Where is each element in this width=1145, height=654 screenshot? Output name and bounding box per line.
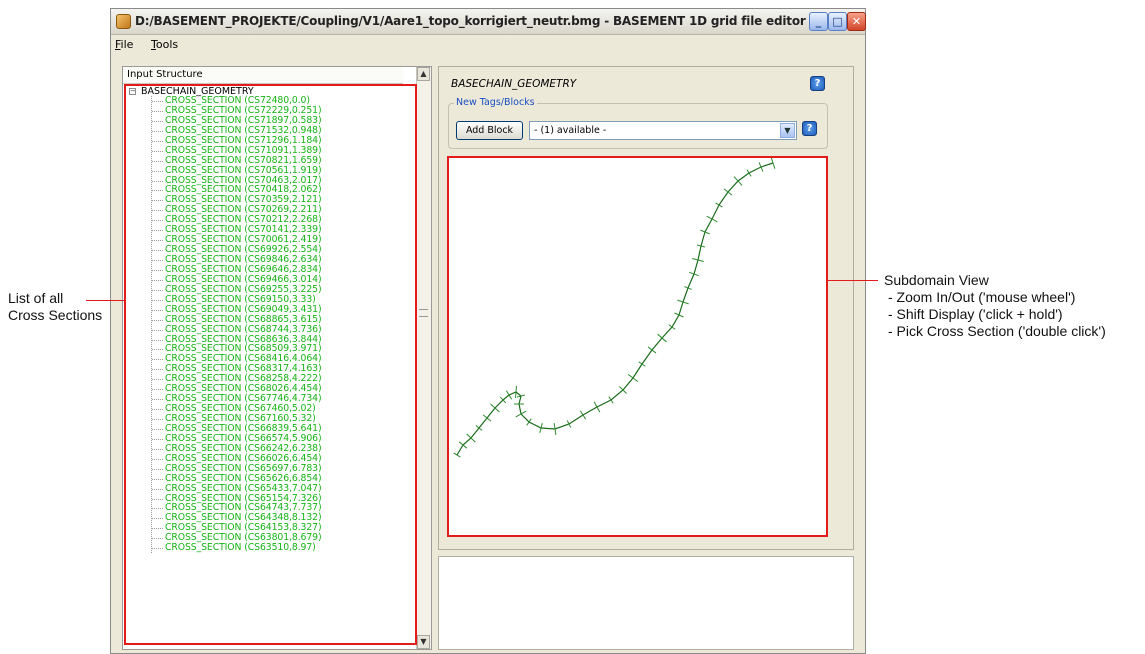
new-tags-label: New Tags/Blocks bbox=[454, 97, 537, 108]
menu-file-label: ile bbox=[120, 38, 134, 51]
river-centerline[interactable] bbox=[456, 162, 774, 456]
tree-header: Input Structure bbox=[123, 67, 403, 84]
tree-annotation-line: List of all bbox=[8, 290, 64, 306]
close-button[interactable]: ✕ bbox=[847, 12, 866, 31]
cross-section-tick[interactable] bbox=[579, 410, 587, 420]
cross-section-tick[interactable] bbox=[647, 346, 657, 354]
title-bar[interactable]: D:/BASEMENT_PROJEKTE/Coupling/V1/Aare1_t… bbox=[111, 9, 866, 35]
help-icon[interactable]: ? bbox=[810, 76, 825, 91]
add-block-button[interactable]: Add Block bbox=[456, 121, 523, 140]
menu-tools[interactable]: Tools bbox=[151, 38, 178, 51]
view-callout-line bbox=[828, 280, 878, 281]
menu-tools-label: ools bbox=[155, 38, 179, 51]
available-blocks-value: - (1) available - bbox=[534, 125, 607, 136]
cross-section-tick[interactable] bbox=[593, 401, 601, 413]
cross-section-tick[interactable] bbox=[715, 202, 723, 208]
view-annotation-line: - Pick Cross Section ('double click') bbox=[888, 323, 1106, 339]
scroll-up-icon[interactable]: ▲ bbox=[417, 67, 430, 81]
app-icon bbox=[116, 14, 131, 29]
tree-highlight-box bbox=[124, 84, 417, 645]
tree-annotation: List of all Cross Sections bbox=[8, 290, 102, 324]
cross-section-tick[interactable] bbox=[608, 396, 614, 404]
subdomain-view[interactable] bbox=[447, 156, 828, 537]
cross-section-tick[interactable] bbox=[515, 385, 517, 399]
details-panel bbox=[438, 556, 854, 650]
maximize-button[interactable]: □ bbox=[828, 12, 847, 31]
tree-callout-line bbox=[86, 300, 124, 301]
chevron-down-icon[interactable]: ▼ bbox=[780, 123, 795, 138]
block-title: BASECHAIN_GEOMETRY bbox=[451, 78, 577, 90]
cross-section-tick[interactable] bbox=[505, 390, 513, 400]
subdomain-canvas[interactable] bbox=[449, 158, 826, 535]
window-title: D:/BASEMENT_PROJEKTE/Coupling/V1/Aare1_t… bbox=[135, 14, 806, 28]
view-annotation-line: - Shift Display ('click + hold') bbox=[888, 306, 1063, 322]
cross-section-tick[interactable] bbox=[475, 425, 483, 431]
cross-section-tick[interactable] bbox=[638, 361, 646, 367]
cross-section-tick[interactable] bbox=[627, 374, 639, 382]
menu-file[interactable]: File bbox=[115, 38, 133, 51]
help-icon-blocks[interactable]: ? bbox=[802, 121, 817, 136]
tree-annotation-line: Cross Sections bbox=[8, 307, 103, 323]
scroll-grip-icon[interactable] bbox=[419, 309, 428, 317]
view-annotation-title: Subdomain View bbox=[884, 272, 989, 288]
menu-bar: File Tools bbox=[111, 35, 865, 55]
cross-section-tick[interactable] bbox=[453, 452, 461, 458]
available-blocks-select[interactable]: - (1) available - ▼ bbox=[529, 121, 797, 140]
minimize-button[interactable]: _ bbox=[809, 12, 828, 31]
cross-section-tick[interactable] bbox=[746, 169, 752, 177]
scroll-down-icon[interactable]: ▼ bbox=[417, 635, 430, 649]
cross-section-tick[interactable] bbox=[482, 414, 492, 422]
view-annotation-line: - Zoom In/Out ('mouse wheel') bbox=[888, 289, 1076, 305]
view-annotation: Subdomain View - Zoom In/Out ('mouse whe… bbox=[884, 272, 1106, 340]
tree-scrollbar[interactable]: ▲ ▼ bbox=[416, 67, 431, 649]
cross-section-tick[interactable] bbox=[706, 215, 718, 223]
